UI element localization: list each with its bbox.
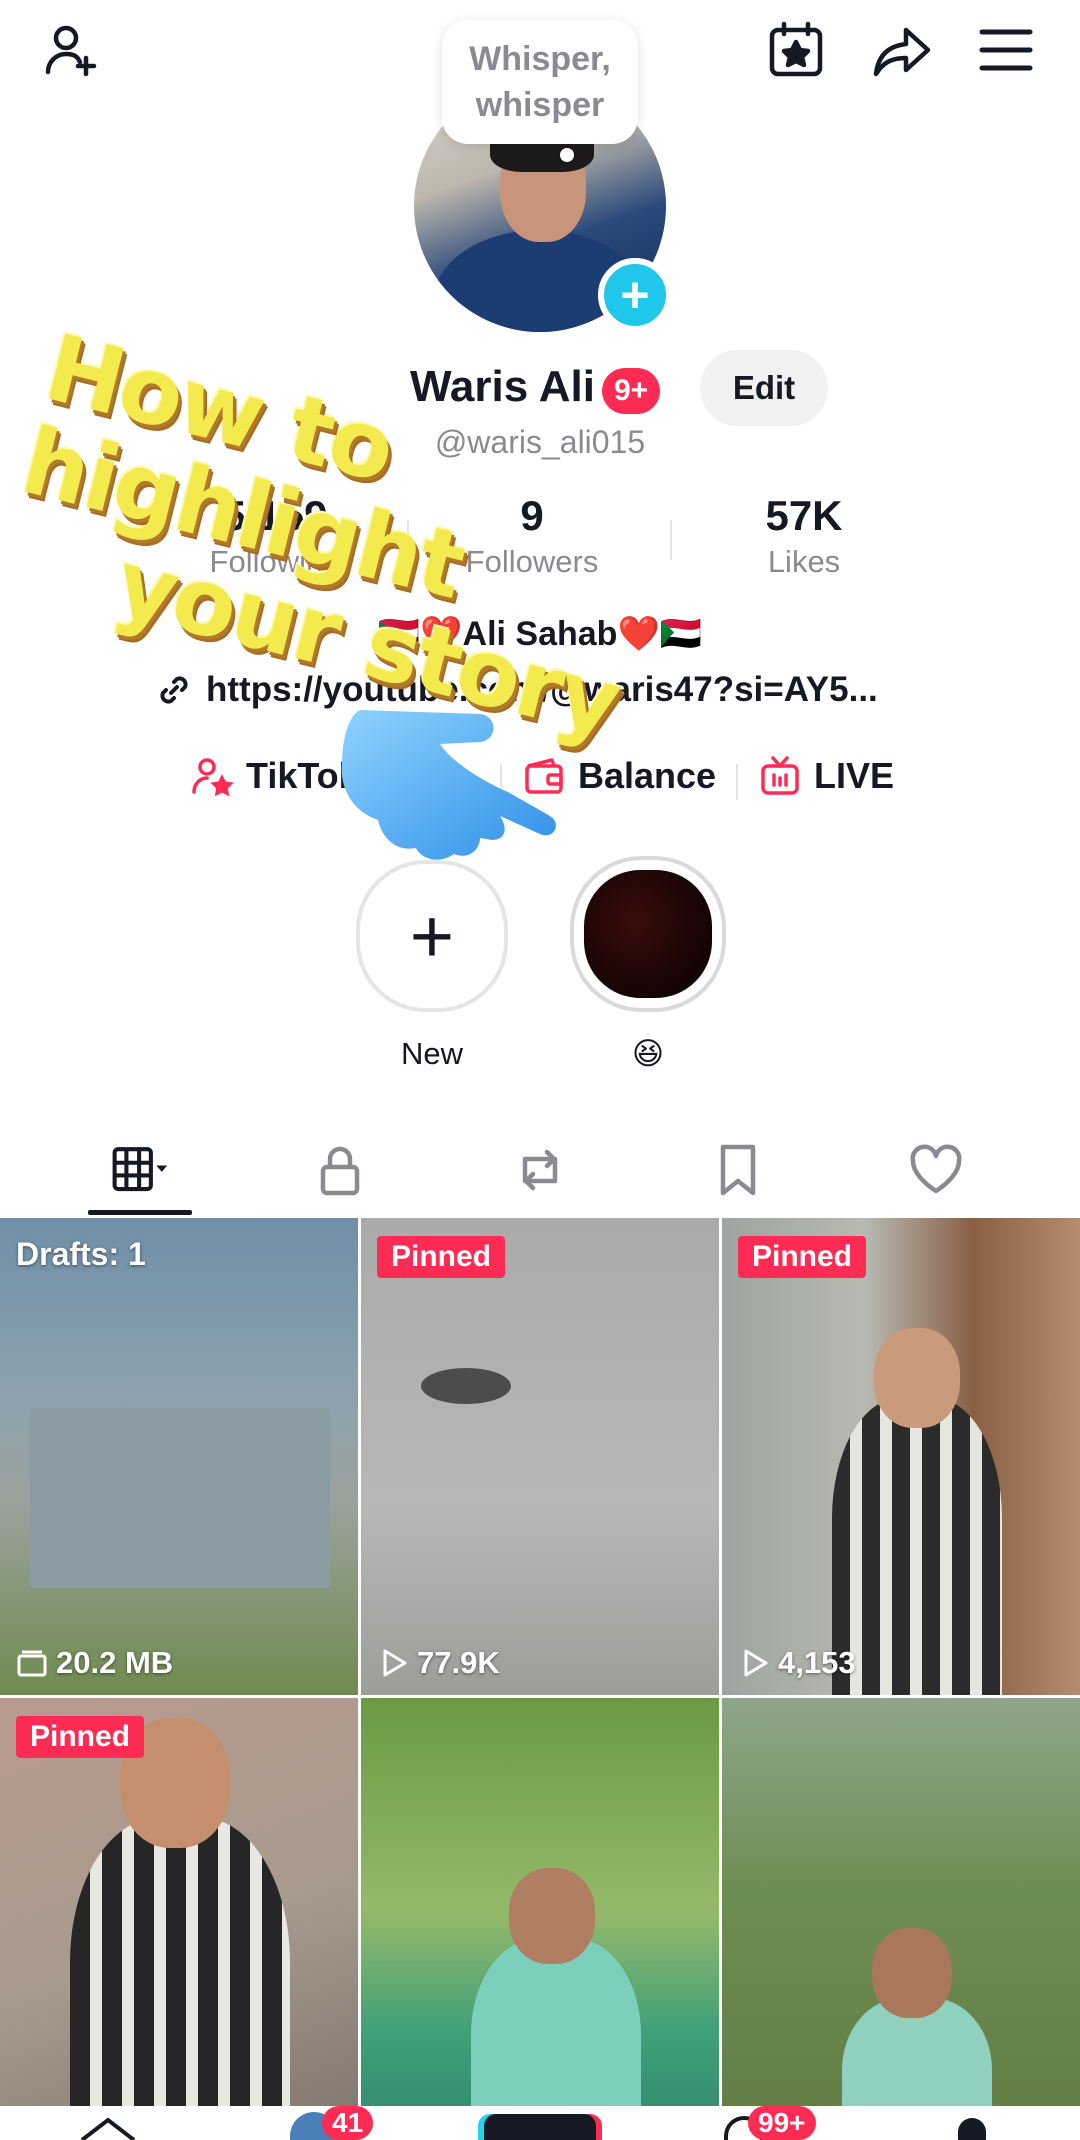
grid-dropdown-icon [112, 1147, 168, 1192]
play-icon [744, 1649, 768, 1677]
heart-icon [910, 1144, 962, 1194]
profile-tabs [0, 1120, 1080, 1216]
action-label: LIVE [814, 755, 895, 796]
calendar-star-icon[interactable] [760, 14, 832, 86]
drafts-label: Drafts: 1 [16, 1236, 146, 1272]
profile-icon[interactable] [958, 2118, 986, 2140]
home-icon[interactable] [78, 2116, 138, 2140]
notification-badge: 9+ [602, 368, 661, 414]
video-meta: 77.9K [377, 1645, 500, 1681]
add-story-plus-icon[interactable]: + [598, 258, 672, 332]
pinned-badge: Pinned [738, 1236, 867, 1278]
video-thumbnail[interactable] [361, 1698, 719, 2140]
note-bubble[interactable]: Whisper, whisper [442, 20, 638, 144]
video-meta: 20.2 MB [16, 1645, 173, 1681]
video-thumbnail[interactable]: Pinned 77.9K [361, 1218, 719, 1695]
tab-favorites[interactable] [698, 1138, 778, 1202]
add-friend-icon[interactable] [36, 14, 108, 86]
video-thumbnail[interactable]: Pinned [0, 1698, 358, 2140]
create-button[interactable] [484, 2114, 596, 2140]
pointing-hand-icon [341, 710, 556, 860]
video-thumbnail[interactable] [722, 1698, 1080, 2140]
tab-videos[interactable] [100, 1138, 180, 1202]
highlight-item[interactable] [570, 856, 726, 1012]
video-meta-text: 77.9K [417, 1645, 500, 1680]
bottom-navigation: 41 99+ [0, 2106, 1080, 2140]
folder-icon [17, 1650, 47, 1677]
edit-profile-button[interactable]: Edit [700, 350, 828, 426]
repost-icon [522, 1149, 558, 1191]
menu-icon[interactable] [970, 14, 1042, 86]
tab-private[interactable] [300, 1138, 380, 1202]
lock-icon [320, 1146, 360, 1196]
new-highlight-button[interactable]: + [356, 860, 508, 1012]
inbox-badge: 99+ [748, 2106, 816, 2140]
pinned-badge: Pinned [377, 1236, 506, 1278]
video-grid: Drafts: 1 20.2 MB Pinned 77.9K Pinned 4,… [0, 1218, 1080, 2140]
play-icon [383, 1649, 407, 1677]
action-live[interactable]: LIVE [758, 754, 894, 798]
video-meta: 4,153 [738, 1645, 856, 1681]
pinned-badge: Pinned [16, 1716, 145, 1758]
tab-liked[interactable] [896, 1138, 976, 1202]
active-tab-indicator [88, 1210, 192, 1215]
note-bubble-tail [560, 148, 574, 162]
story-highlights: + New 😆 [0, 856, 1080, 1076]
video-meta-text: 4,153 [778, 1645, 856, 1680]
person-star-icon [192, 758, 234, 797]
friends-badge: 41 [322, 2106, 374, 2140]
tab-reposts[interactable] [500, 1138, 580, 1202]
share-icon[interactable] [866, 14, 938, 86]
video-thumbnail[interactable]: Pinned 4,153 [722, 1218, 1080, 1695]
bookmark-icon [720, 1144, 756, 1196]
video-meta-text: 20.2 MB [56, 1645, 174, 1680]
profile-name: Waris Ali [410, 362, 596, 411]
highlight-label: New [400, 1036, 463, 1071]
video-thumbnail[interactable]: Drafts: 1 20.2 MB [0, 1218, 358, 1695]
highlight-label: 😆 [631, 1036, 665, 1071]
link-icon [160, 676, 188, 704]
